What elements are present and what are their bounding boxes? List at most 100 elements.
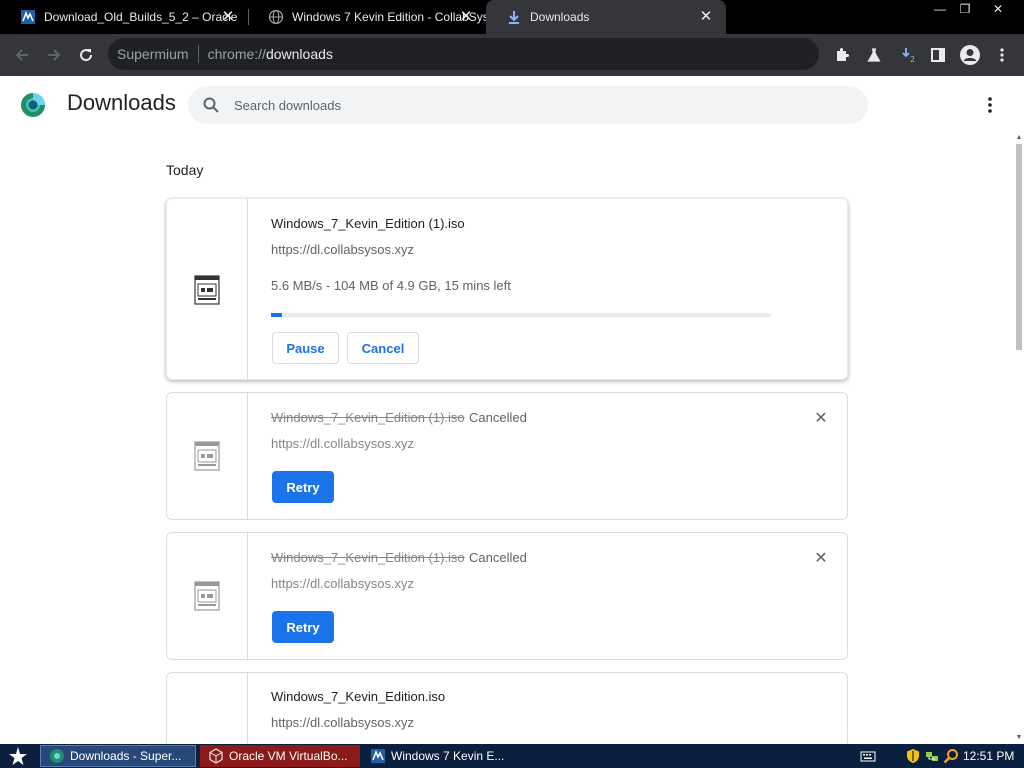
download-item: Windows_7_Kevin_Edition (1).iso https://… — [166, 198, 848, 380]
scrollbar-thumb[interactable] — [1016, 144, 1022, 350]
download-filename: Windows_7_Kevin_Edition (1).iso — [271, 410, 465, 425]
keyboard-icon[interactable] — [860, 748, 876, 764]
arrow-left-icon — [15, 49, 28, 61]
tab-downloads[interactable]: Downloads ✕ — [486, 0, 726, 34]
url-scheme: chrome:// — [207, 46, 266, 62]
pause-button[interactable]: Pause — [272, 332, 339, 364]
download-source-url[interactable]: https://dl.collabsysos.xyz — [271, 436, 414, 451]
tab-strip: Download_Old_Builds_5_2 – Oracle ✕ Windo… — [0, 0, 1024, 34]
scroll-up-arrow-icon[interactable]: ▲ — [1015, 134, 1023, 142]
minimize-button[interactable]: — — [927, 0, 953, 18]
more-actions-button[interactable] — [980, 92, 1000, 118]
close-icon[interactable]: ✕ — [220, 9, 236, 25]
profile-button[interactable] — [957, 42, 983, 68]
download-filename[interactable]: Windows_7_Kevin_Edition (1).iso — [271, 216, 465, 231]
virtualbox-cube-icon — [209, 748, 223, 764]
start-button[interactable] — [6, 746, 30, 766]
tab-windows7-kevin[interactable]: Windows 7 Kevin Edition - CollabSys ✕ — [248, 0, 486, 34]
retry-button[interactable]: Retry — [272, 611, 334, 643]
supermium-logo-icon — [20, 92, 46, 118]
restore-button[interactable]: ❐ — [952, 0, 978, 18]
download-item: Windows_7_Kevin_Edition (1).iso Cancelle… — [166, 392, 848, 520]
star-start-icon — [9, 747, 27, 765]
download-progress-text: 5.6 MB/s - 104 MB of 4.9 GB, 15 mins lef… — [271, 278, 511, 293]
download-item: Windows_7_Kevin_Edition (1).iso Cancelle… — [166, 532, 848, 660]
taskbar-item-downloads[interactable]: Downloads - Super... — [40, 745, 196, 767]
tab-title: Downloads — [530, 10, 590, 24]
forward-button[interactable] — [41, 42, 67, 68]
side-panel-icon — [931, 48, 945, 62]
scroll-down-arrow-icon[interactable]: ▼ — [1015, 734, 1023, 742]
tab-title: Windows 7 Kevin Edition - CollabSys — [292, 10, 486, 24]
close-icon[interactable]: ✕ — [698, 9, 714, 25]
download-source-url[interactable]: https://dl.collabsysos.xyz — [271, 242, 414, 257]
search-input[interactable]: Search downloads — [188, 86, 868, 124]
retry-button[interactable]: Retry — [272, 471, 334, 503]
taskbar-item-label: Downloads - Super... — [70, 749, 182, 763]
browser-name-chip: Supermium — [117, 46, 189, 62]
progress-fill — [271, 313, 282, 317]
download-filename[interactable]: Windows_7_Kevin_Edition.iso — [271, 689, 445, 704]
puzzle-icon — [837, 48, 849, 61]
taskbar-item-label: Windows 7 Kevin E... — [391, 749, 505, 763]
kebab-menu-icon — [1000, 48, 1004, 62]
virtualbox-icon — [20, 9, 36, 25]
shield-icon[interactable] — [905, 748, 921, 764]
download-source-url[interactable]: https://dl.collabsysos.xyz — [271, 715, 414, 730]
download-icon — [506, 9, 522, 25]
file-icon-column — [167, 533, 248, 659]
kebab-menu-icon — [988, 97, 992, 113]
page-title: Downloads — [67, 90, 176, 115]
globe-icon — [268, 9, 284, 25]
file-icon-column — [167, 673, 248, 744]
arrow-right-icon — [48, 49, 61, 61]
svg-text:2: 2 — [910, 55, 915, 64]
remove-from-list-close-icon[interactable]: ✕ — [811, 409, 831, 429]
url-host: downloads — [265, 46, 333, 62]
network-icon[interactable] — [924, 748, 940, 764]
address-bar[interactable]: Supermium chrome://downloads — [108, 38, 819, 70]
file-icon-column — [167, 199, 248, 379]
downloads-button[interactable]: 2 — [895, 42, 921, 68]
omnibox-divider — [197, 45, 199, 63]
cancel-button[interactable]: Cancel — [347, 332, 419, 364]
taskbar-item-virtualbox[interactable]: Oracle VM VirtualBo... — [200, 745, 360, 767]
download-item: Windows_7_Kevin_Edition.iso https://dl.c… — [166, 672, 848, 744]
date-section-label: Today — [166, 162, 204, 178]
taskbar-item-windows7-kevin[interactable]: Windows 7 Kevin E... — [362, 745, 522, 767]
search-placeholder: Search downloads — [234, 97, 341, 113]
close-icon[interactable]: ✕ — [458, 9, 474, 25]
download-source-url[interactable]: https://dl.collabsysos.xyz — [271, 576, 414, 591]
file-iso-icon — [194, 441, 220, 471]
reload-button[interactable] — [73, 42, 99, 68]
os-taskbar: Downloads - Super... Oracle VM VirtualBo… — [0, 744, 1024, 768]
window-close-button[interactable]: ✕ — [985, 0, 1011, 18]
download-filename: Windows_7_Kevin_Edition (1).iso — [271, 550, 465, 565]
avatar-icon — [960, 45, 980, 65]
search-icon — [202, 96, 220, 117]
tab-download-old-builds[interactable]: Download_Old_Builds_5_2 – Oracle ✕ — [0, 0, 248, 34]
side-panel-button[interactable] — [925, 42, 951, 68]
taskbar-clock[interactable]: 12:51 PM — [963, 749, 1014, 763]
remove-from-list-close-icon[interactable]: ✕ — [811, 549, 831, 569]
page-scrollbar[interactable]: ▲ ▼ — [1014, 132, 1024, 744]
file-iso-icon — [194, 275, 220, 305]
labs-button[interactable] — [861, 42, 887, 68]
browser-menu-button[interactable] — [989, 42, 1015, 68]
virtualbox-icon — [371, 749, 385, 763]
download-progress-bar — [271, 313, 771, 317]
downloads-header: Downloads Search downloads — [0, 76, 1024, 132]
supermium-icon — [50, 749, 64, 763]
download-status: Cancelled — [469, 550, 527, 565]
taskbar-item-label: Oracle VM VirtualBo... — [229, 749, 348, 763]
extensions-button[interactable] — [829, 42, 855, 68]
tab-title: Download_Old_Builds_5_2 – Oracle — [44, 10, 238, 24]
back-button[interactable] — [9, 42, 35, 68]
download-status: Cancelled — [469, 410, 527, 425]
flask-icon — [867, 48, 881, 62]
file-icon-column — [167, 393, 248, 519]
reload-icon — [80, 49, 93, 62]
file-iso-icon — [194, 581, 220, 611]
magnifier-icon[interactable] — [943, 748, 959, 764]
download-progress-icon: 2 — [902, 48, 915, 64]
